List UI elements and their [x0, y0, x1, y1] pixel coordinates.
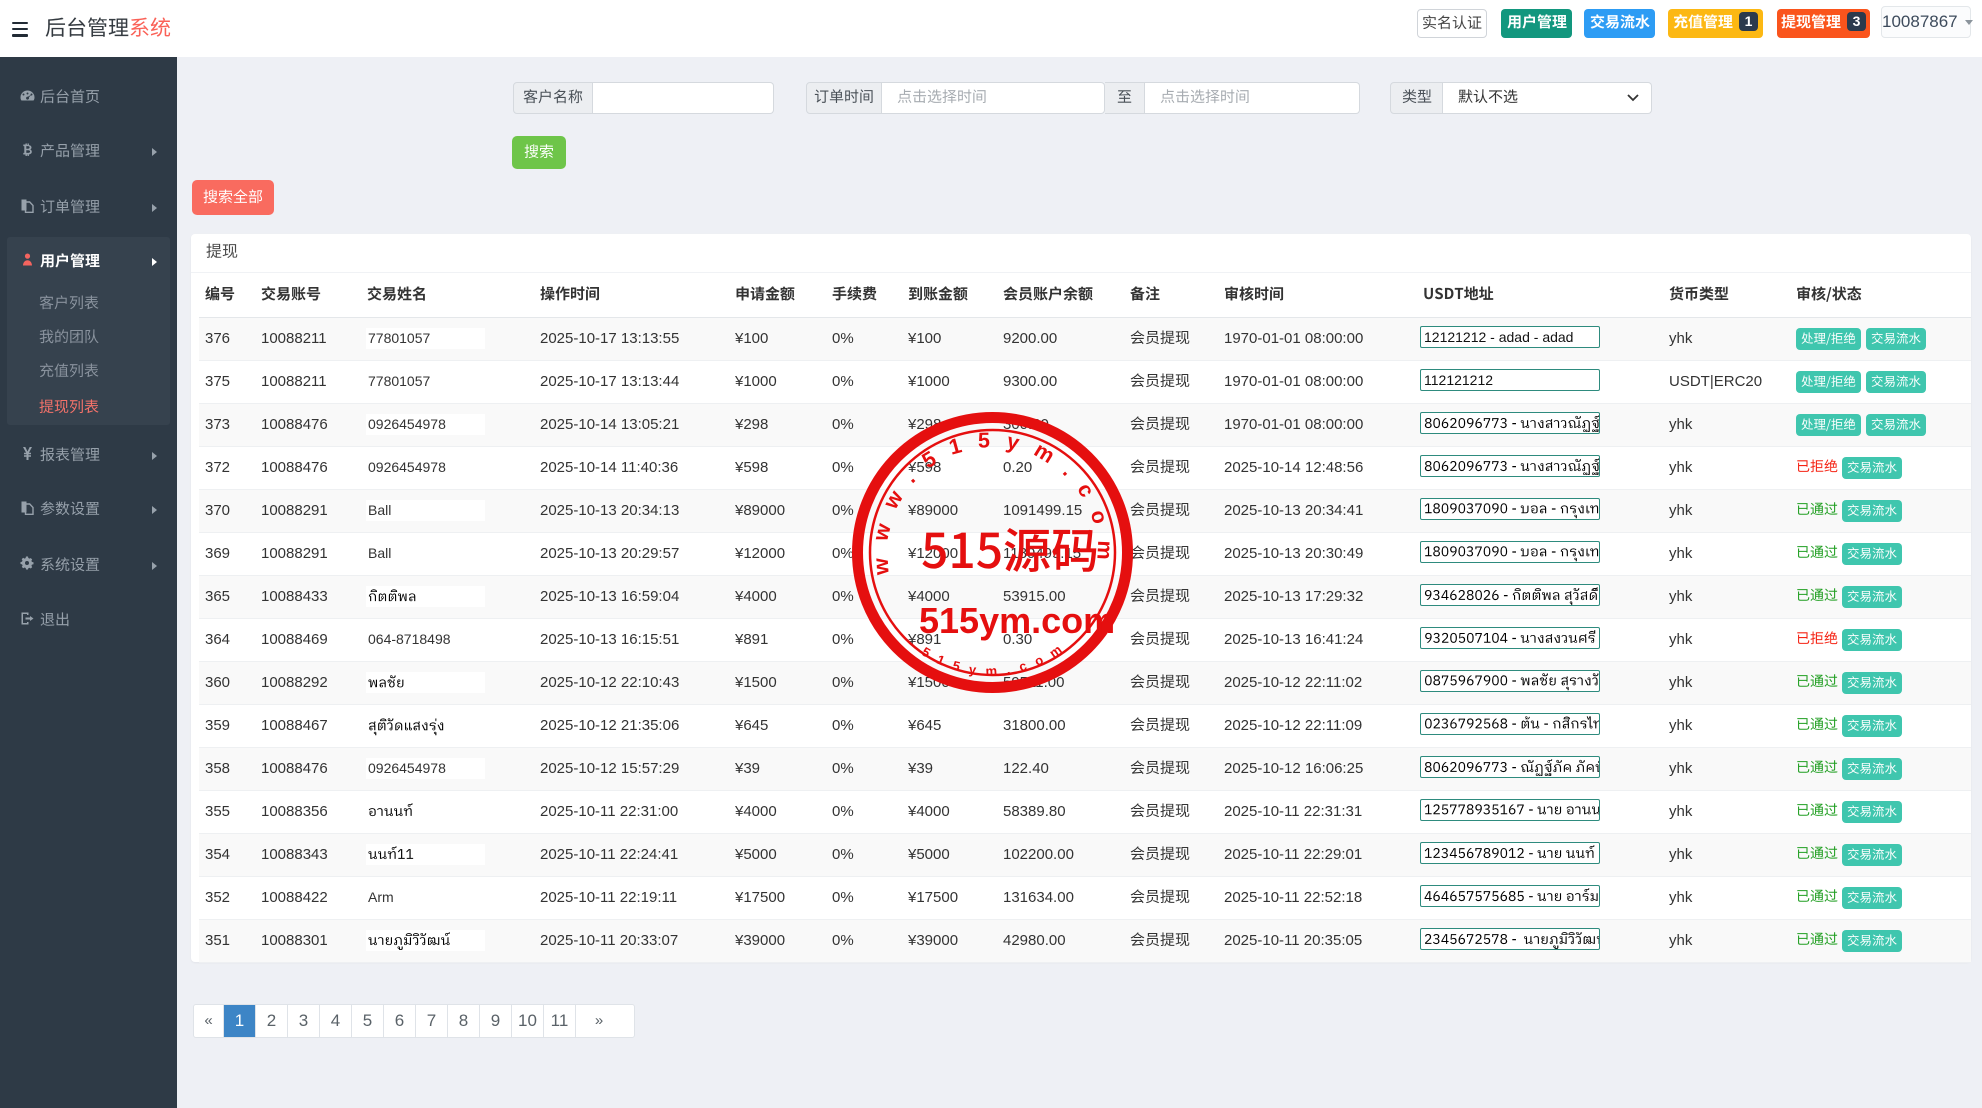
svg-text:515ym.com: 515ym.com: [919, 600, 1115, 641]
